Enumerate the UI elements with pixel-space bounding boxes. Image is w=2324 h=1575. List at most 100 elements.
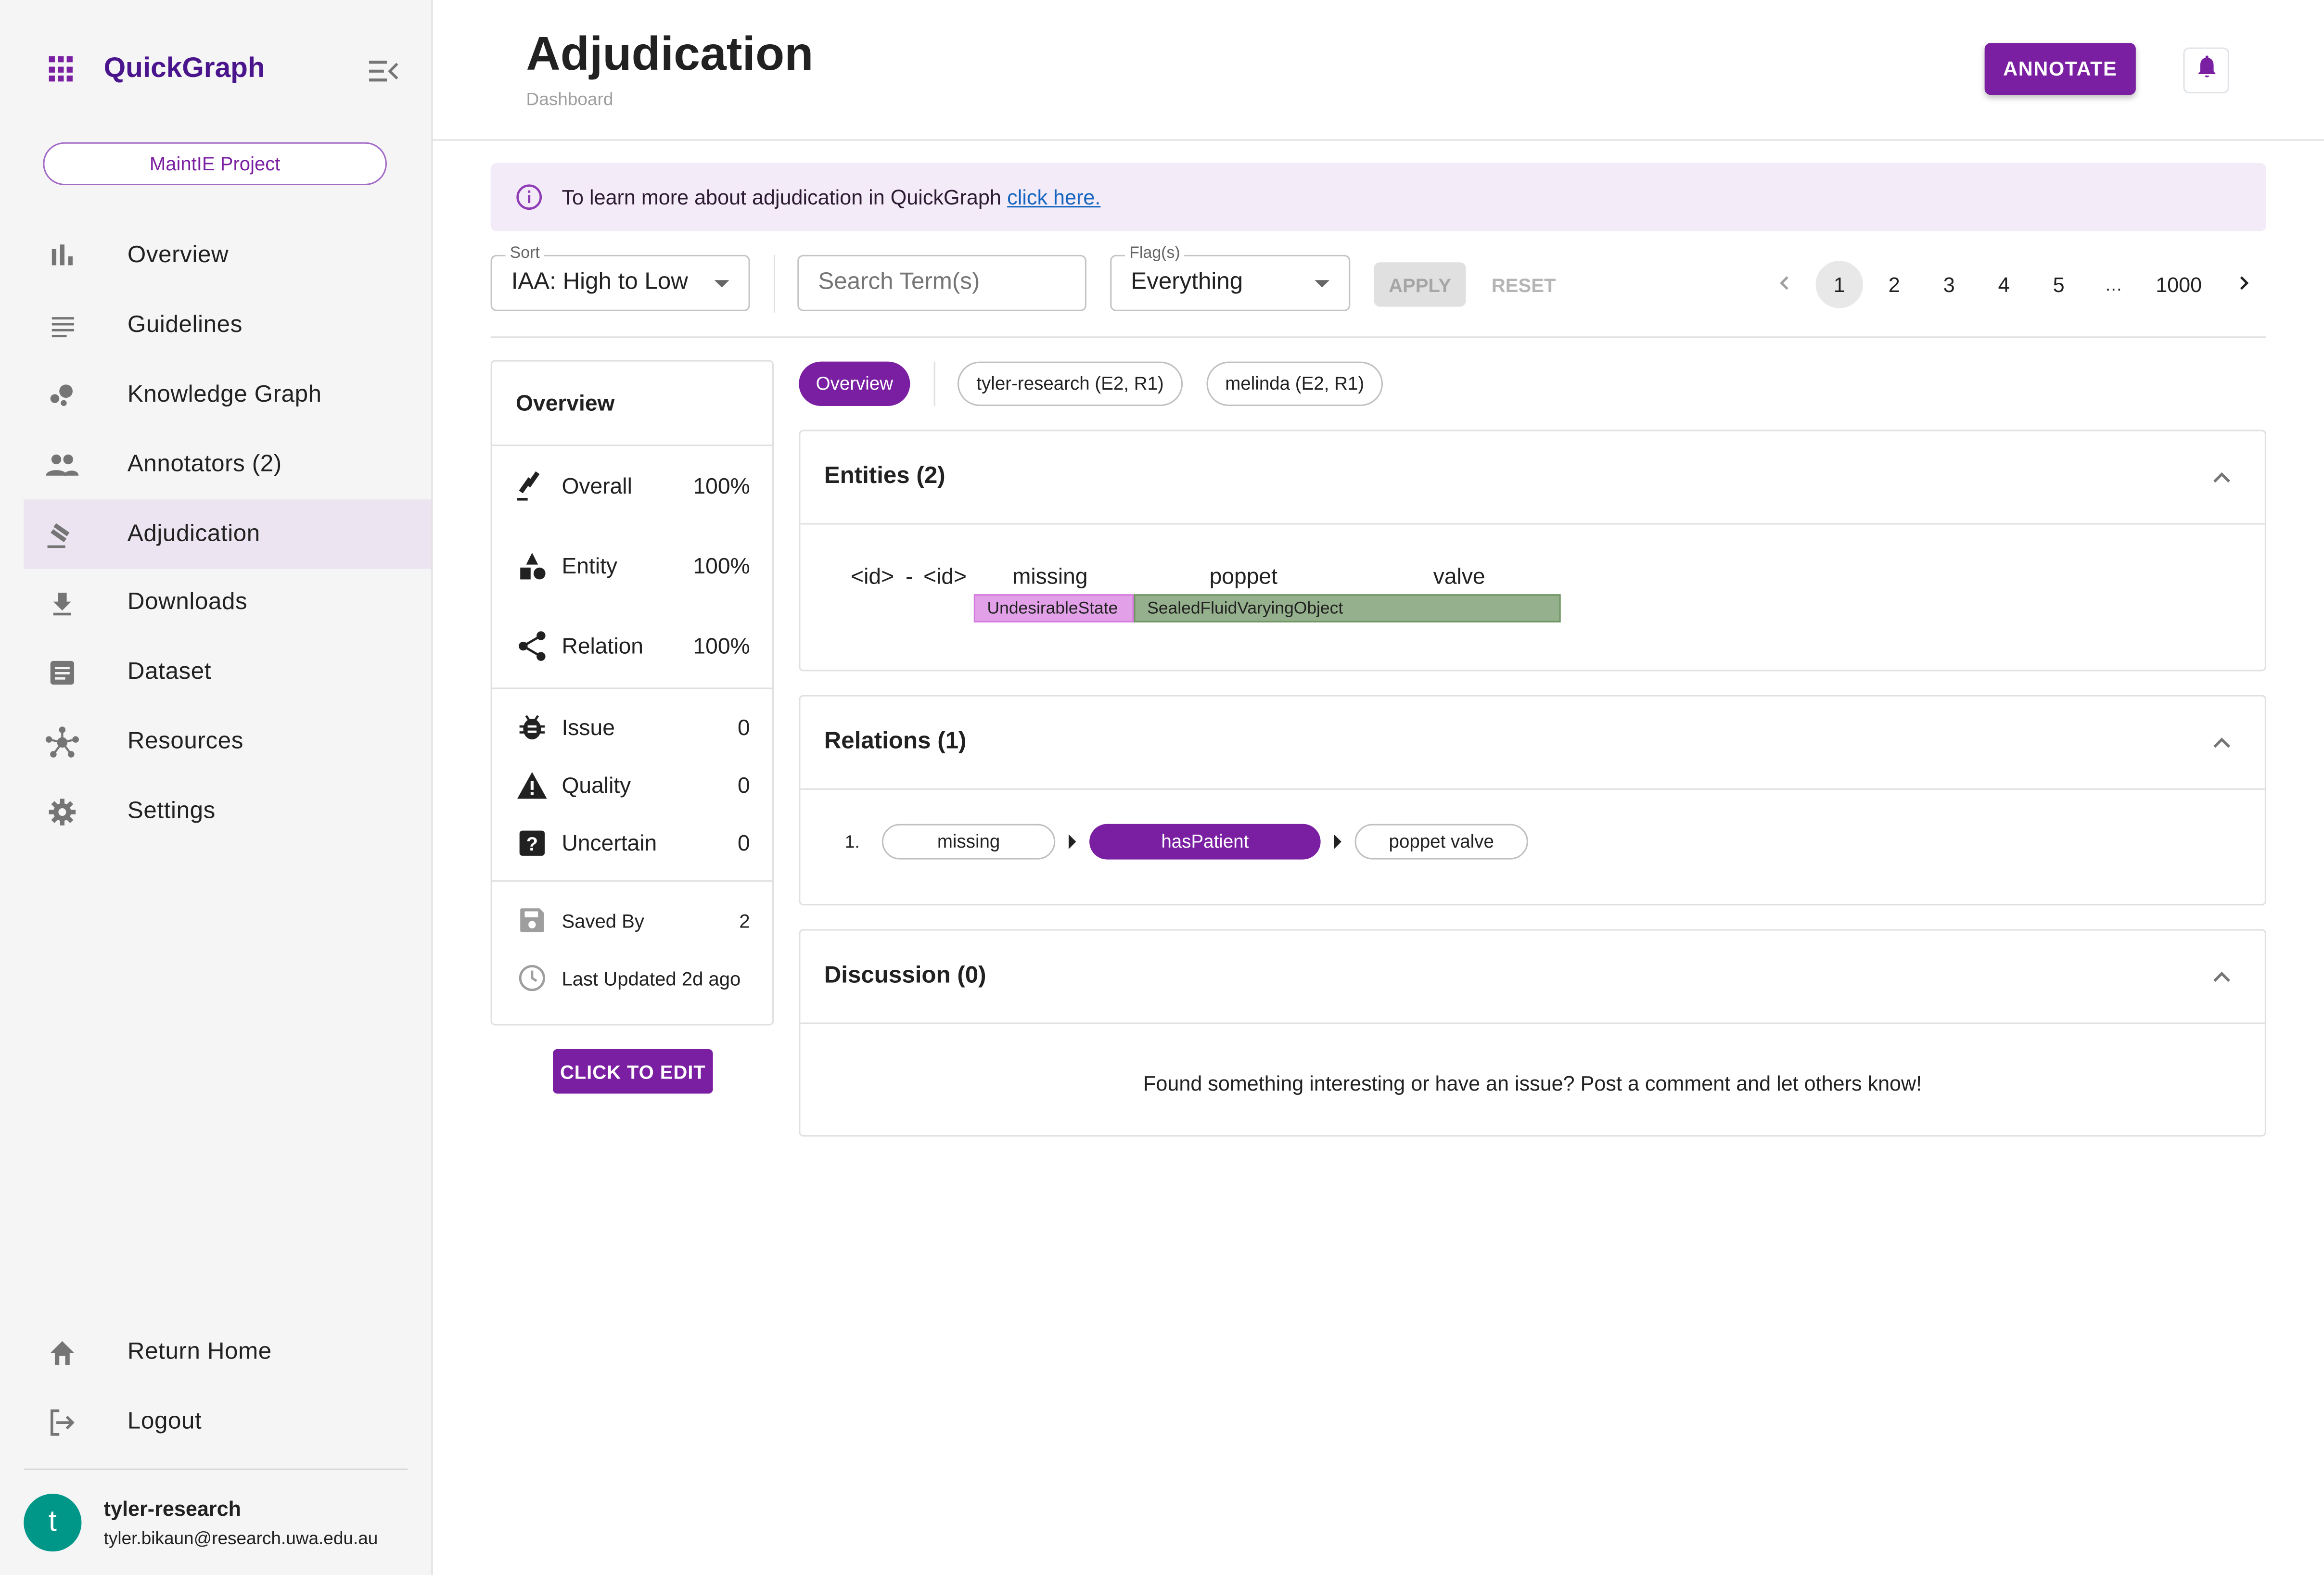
- agreement-overall: Overall 100%: [492, 459, 772, 513]
- reset-button[interactable]: RESET: [1482, 262, 1565, 306]
- page-button-1[interactable]: 1: [1815, 261, 1864, 308]
- bar-chart-icon: [44, 239, 80, 275]
- user-name: tyler-research: [103, 1497, 241, 1521]
- home-icon: [44, 1336, 80, 1372]
- token[interactable]: -: [906, 565, 913, 590]
- sort-select[interactable]: Sort IAA: High to Low: [490, 244, 750, 311]
- filter-divider: [773, 254, 776, 313]
- entity-tag[interactable]: SealedFluidVaryingObject: [1134, 594, 1561, 622]
- relation-target[interactable]: poppet valve: [1354, 824, 1528, 860]
- tab-melinda[interactable]: melinda (E2, R1): [1206, 361, 1383, 406]
- entities-panel: Entities (2): [799, 430, 2266, 672]
- token[interactable]: <id>: [923, 565, 967, 590]
- click-to-edit-button[interactable]: CLICK TO EDIT: [552, 1049, 713, 1094]
- chevron-up-icon[interactable]: [2209, 464, 2235, 490]
- people-icon: [44, 447, 80, 483]
- tabs-divider: [933, 361, 935, 406]
- page-button-2[interactable]: 2: [1870, 261, 1918, 308]
- entities-header[interactable]: Entities (2): [800, 431, 2265, 525]
- arrow-right-icon: [1334, 834, 1341, 850]
- share-icon: [516, 630, 549, 662]
- flags-select[interactable]: Flag(s) Everything: [1110, 244, 1351, 311]
- discussion-title: Discussion (0): [824, 963, 986, 989]
- entity-tag[interactable]: UndesirableState: [973, 594, 1134, 622]
- sidebar-item-dataset[interactable]: Dataset: [24, 638, 431, 708]
- sidebar-item-adjudication[interactable]: Adjudication: [24, 499, 432, 569]
- relation-source[interactable]: missing: [881, 824, 1056, 860]
- download-icon: [44, 586, 80, 622]
- relations-panel: Relations (1): [799, 695, 2266, 906]
- sidebar-item-label: Guidelines: [127, 313, 243, 338]
- sidebar-item-overview[interactable]: Overview: [24, 222, 431, 292]
- agreement-value: 100%: [693, 473, 750, 499]
- sidebar-item-logout[interactable]: Logout: [24, 1388, 431, 1458]
- sidebar-item-label: Logout: [127, 1410, 202, 1435]
- page-title: Adjudication: [526, 26, 814, 80]
- learn-more-link[interactable]: click here.: [1007, 185, 1100, 209]
- page-button-3[interactable]: 3: [1925, 261, 1973, 308]
- page-button-4[interactable]: 4: [1980, 261, 2028, 308]
- brand[interactable]: QuickGraph: [49, 53, 265, 86]
- agreement-relation: Relation 100%: [492, 620, 772, 673]
- sidebar-item-label: Adjudication: [127, 521, 260, 546]
- apps-grid-icon: [49, 56, 76, 83]
- tab-tyler-research[interactable]: tyler-research (E2, R1): [957, 361, 1183, 406]
- prev-page-button[interactable]: [1761, 261, 1809, 308]
- annotate-button[interactable]: ANNOTATE: [1984, 43, 2136, 95]
- token[interactable]: valve: [1433, 565, 1485, 590]
- project-button[interactable]: MaintIE Project: [43, 142, 387, 186]
- relation-type[interactable]: hasPatient: [1089, 824, 1321, 860]
- sidebar-item-knowledge-graph[interactable]: Knowledge Graph: [24, 361, 431, 430]
- sidebar-item-label: Settings: [127, 798, 216, 824]
- sidebar-item-guidelines[interactable]: Guidelines: [24, 292, 431, 361]
- sidebar-item-settings[interactable]: Settings: [24, 777, 431, 846]
- toolbar-divider: [490, 336, 2266, 338]
- relation-index: 1.: [844, 831, 860, 852]
- sidebar-item-return-home[interactable]: Return Home: [24, 1319, 431, 1388]
- agreement-value: 100%: [693, 553, 750, 579]
- chevron-up-icon[interactable]: [2209, 963, 2235, 990]
- discussion-header[interactable]: Discussion (0): [800, 930, 2265, 1024]
- svg-text:?: ?: [526, 834, 538, 855]
- agreement-entity: Entity 100%: [492, 539, 772, 593]
- sidebar-item-annotators[interactable]: Annotators (2): [24, 431, 431, 500]
- apply-button[interactable]: APPLY: [1374, 262, 1466, 307]
- bug-icon: [516, 711, 549, 744]
- sidebar-nav: Overview Guidelines Knowledge Graph Anno…: [24, 222, 432, 846]
- token[interactable]: poppet: [1210, 565, 1277, 590]
- sidebar-item-label: Dataset: [127, 660, 212, 685]
- flag-value: 0: [737, 773, 750, 798]
- last-updated-text: Last Updated 2d ago: [562, 966, 741, 990]
- chevron-down-icon: [1315, 280, 1330, 288]
- tab-overview[interactable]: Overview: [799, 361, 910, 406]
- page-button-5[interactable]: 5: [2035, 261, 2082, 308]
- info-banner: To learn more about adjudication in Quic…: [490, 163, 2266, 231]
- gear-icon: [44, 794, 80, 829]
- brand-title: QuickGraph: [103, 53, 265, 85]
- sidebar-item-label: Return Home: [127, 1340, 272, 1366]
- flag-uncertain: ? Uncertain 0: [492, 823, 772, 864]
- user-profile[interactable]: t tyler-research tyler.bikaun@research.u…: [24, 1494, 378, 1552]
- chevron-up-icon[interactable]: [2209, 729, 2235, 756]
- info-icon: [516, 184, 542, 210]
- token[interactable]: missing: [1012, 565, 1088, 590]
- help-box-icon: ?: [516, 827, 549, 860]
- sidebar: QuickGraph MaintIE Project Overview Guid…: [0, 0, 433, 1575]
- sidebar-item-label: Annotators (2): [127, 451, 282, 477]
- agreement-label: Relation: [562, 633, 644, 659]
- sidebar-item-label: Downloads: [127, 590, 248, 616]
- search-input[interactable]: Search Term(s): [797, 254, 1086, 311]
- sidebar-item-downloads[interactable]: Downloads: [24, 569, 431, 638]
- notifications-button[interactable]: [2183, 47, 2229, 94]
- warning-icon: [516, 769, 549, 802]
- user-email: tyler.bikaun@research.uwa.edu.au: [103, 1527, 378, 1549]
- menu-collapse-icon[interactable]: [368, 56, 400, 86]
- discussion-panel: Discussion (0) Found something interesti…: [799, 929, 2266, 1137]
- next-page-button[interactable]: [2220, 261, 2268, 308]
- logout-icon: [44, 1405, 80, 1441]
- sidebar-item-resources[interactable]: Resources: [24, 708, 431, 777]
- sort-value: IAA: High to Low: [511, 269, 688, 295]
- token[interactable]: <id>: [851, 565, 894, 590]
- relations-header[interactable]: Relations (1): [800, 697, 2265, 790]
- page-button-last[interactable]: 1000: [2145, 261, 2213, 308]
